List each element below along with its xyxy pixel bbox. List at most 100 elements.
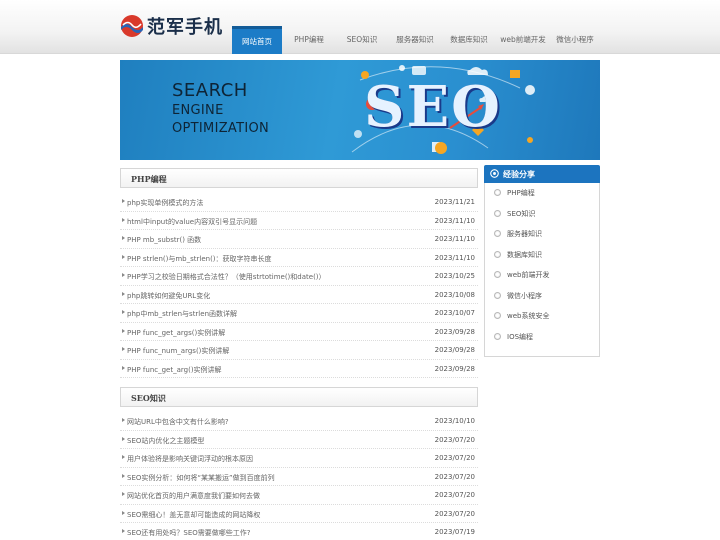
arrow-right-icon	[122, 254, 125, 259]
article-title[interactable]: php实现单例模式的方法	[127, 198, 203, 208]
nav-web-frontend[interactable]: web前端开发	[496, 26, 550, 54]
list-item[interactable]: SEO站内优化之主题模型 2023/07/20	[120, 431, 478, 449]
sidebar-item-server[interactable]: 服务器知识	[485, 224, 599, 245]
list-item[interactable]: PHP mb_substr() 函数 2023/11/10	[120, 230, 478, 249]
arrow-right-icon	[122, 418, 125, 422]
main-nav: 网站首页 PHP编程 SEO知识 服务器知识 数据库知识 web前端开发 微信小…	[232, 26, 600, 54]
list-item[interactable]: php中mb_strlen与strlen函数详解 2023/10/07	[120, 304, 478, 323]
nav-seo[interactable]: SEO知识	[336, 26, 388, 54]
site-header: 范军手机 网站首页 PHP编程 SEO知识 服务器知识 数据库知识 web前端开…	[0, 0, 720, 54]
list-item[interactable]: PHP func_num_args()实例讲解 2023/09/28	[120, 341, 478, 360]
article-title[interactable]: PHP func_get_arg()实例讲解	[127, 365, 222, 375]
list-item[interactable]: PHP学习之校验日期格式合法性？（使用strtotime()和date()） 20…	[120, 267, 478, 286]
logo-icon	[121, 15, 143, 37]
nav-server[interactable]: 服务器知识	[388, 26, 442, 54]
article-title[interactable]: SEO需细心！盖无意却可能造成的网站降权	[127, 510, 260, 520]
sidebar-item-label[interactable]: PHP编程	[507, 188, 535, 198]
article-date: 2023/10/07	[434, 309, 475, 317]
arrow-right-icon	[122, 236, 125, 240]
article-date: 2023/07/19	[434, 528, 475, 536]
arrow-right-icon	[122, 510, 125, 515]
article-title[interactable]: 用户体验将是影响关键词浮动的根本原因	[127, 454, 253, 464]
sidebar-header: 经验分享	[484, 165, 600, 183]
sidebar-item-label[interactable]: web系统安全	[507, 311, 549, 321]
list-item[interactable]: html中input的value内容双引号显示问题 2023/11/10	[120, 212, 478, 230]
sidebar-item-label[interactable]: SEO知识	[507, 209, 535, 219]
list-item[interactable]: PHP func_get_arg()实例讲解 2023/09/28	[120, 360, 478, 378]
list-item[interactable]: php跳转如何避免URL变化 2023/10/08	[120, 286, 478, 304]
seo-banner[interactable]: SEARCH ENGINE OPTIMIZATION SEO	[120, 60, 600, 160]
article-date: 2023/11/10	[434, 235, 475, 243]
arrow-right-icon	[122, 291, 125, 296]
article-title[interactable]: html中input的value内容双引号显示问题	[127, 217, 257, 227]
nav-mini-program[interactable]: 微信小程序	[550, 26, 600, 54]
arrow-right-icon	[122, 199, 125, 203]
section-title[interactable]: PHP编程	[131, 174, 167, 185]
list-item[interactable]: SEO还有用处吗？SEO需要做哪些工作? 2023/07/19	[120, 523, 478, 540]
article-date: 2023/07/20	[434, 509, 475, 518]
banner-line-engine: ENGINE	[172, 103, 224, 118]
sidebar-title: 经验分享	[503, 170, 535, 179]
bullet-icon	[494, 230, 501, 237]
site-logo[interactable]: 范军手机	[120, 12, 223, 40]
sidebar-item-web-security[interactable]: web系统安全	[485, 306, 599, 327]
list-item[interactable]: SEO需细心！盖无意却可能造成的网站降权 2023/07/20	[120, 505, 478, 523]
article-title[interactable]: SEO站内优化之主题模型	[127, 436, 204, 446]
article-date: 2023/09/28	[434, 346, 475, 354]
article-title[interactable]: php跳转如何避免URL变化	[127, 291, 210, 301]
list-item[interactable]: SEO实例分析：如何将“某某搬运”做到百度前列 2023/07/20	[120, 468, 478, 486]
article-title[interactable]: PHP strlen()与mb_strlen()：获取字符串长度	[127, 254, 272, 264]
sidebar-item-label[interactable]: web前端开发	[507, 270, 549, 280]
sidebar-item-label[interactable]: 服务器知识	[507, 229, 542, 239]
article-title[interactable]: php中mb_strlen与strlen函数详解	[127, 309, 237, 319]
nav-database[interactable]: 数据库知识	[442, 26, 496, 54]
sidebar-item-php[interactable]: PHP编程	[485, 183, 599, 204]
article-date: 2023/07/20	[434, 454, 475, 462]
nav-home[interactable]: 网站首页	[232, 26, 282, 54]
article-title[interactable]: PHP mb_substr() 函数	[127, 235, 201, 245]
bullet-icon	[494, 250, 501, 258]
article-date: 2023/07/20	[434, 472, 475, 481]
article-date: 2023/07/20	[434, 435, 475, 444]
article-title[interactable]: 网站URL中包含中文有什么影响?	[127, 417, 229, 427]
sidebar-item-web-frontend[interactable]: web前端开发	[485, 265, 599, 286]
sidebar-item-seo[interactable]: SEO知识	[485, 204, 599, 225]
list-item[interactable]: 网站URL中包含中文有什么影响? 2023/10/10	[120, 412, 478, 431]
article-date: 2023/10/10	[434, 417, 475, 425]
section-title[interactable]: SEO知识	[131, 393, 166, 404]
arrow-right-icon	[122, 365, 125, 370]
sidebar-item-database[interactable]: 数据库知识	[485, 245, 599, 266]
list-item[interactable]: php实现单例模式的方法 2023/11/21	[120, 193, 478, 212]
sidebar-item-mini-program[interactable]: 微信小程序	[485, 286, 599, 307]
article-title[interactable]: SEO还有用处吗？SEO需要做哪些工作?	[127, 528, 250, 538]
list-item[interactable]: PHP func_get_args()实例讲解 2023/09/28	[120, 323, 478, 341]
article-title[interactable]: PHP func_get_args()实例讲解	[127, 328, 225, 338]
sidebar-item-label[interactable]: IOS编程	[507, 332, 533, 342]
sidebar-item-ios[interactable]: IOS编程	[485, 327, 599, 348]
list-item[interactable]: 网站优化首页的用户满意度我们要如何去做 2023/07/20	[120, 486, 478, 505]
banner-line-search: SEARCH	[172, 80, 248, 101]
article-title[interactable]: PHP func_num_args()实例讲解	[127, 346, 229, 356]
share-icon	[490, 169, 499, 178]
logo-text: 范军手机	[147, 17, 223, 38]
article-title[interactable]: PHP学习之校验日期格式合法性？（使用strtotime()和date()）	[127, 272, 326, 282]
list-item[interactable]: 用户体验将是影响关键词浮动的根本原因 2023/07/20	[120, 449, 478, 468]
nav-php[interactable]: PHP编程	[282, 26, 336, 54]
list-item[interactable]: PHP strlen()与mb_strlen()：获取字符串长度 2023/11/…	[120, 249, 478, 267]
arrow-right-icon	[122, 529, 125, 533]
article-date: 2023/10/08	[434, 290, 475, 299]
bullet-icon	[494, 312, 501, 319]
article-date: 2023/07/20	[434, 491, 475, 499]
article-date: 2023/11/21	[434, 198, 475, 206]
sidebar-item-label[interactable]: 微信小程序	[507, 291, 542, 301]
arrow-right-icon	[122, 492, 125, 496]
arrow-right-icon	[122, 217, 125, 222]
article-date: 2023/09/28	[434, 364, 475, 373]
article-title[interactable]: 网站优化首页的用户满意度我们要如何去做	[127, 491, 260, 501]
arrow-right-icon	[122, 328, 125, 333]
sidebar-item-label[interactable]: 数据库知识	[507, 250, 542, 260]
bullet-icon	[494, 291, 501, 299]
section-header-seo: SEO知识	[120, 387, 478, 407]
bullet-icon	[494, 332, 501, 340]
article-title[interactable]: SEO实例分析：如何将“某某搬运”做到百度前列	[127, 473, 275, 483]
